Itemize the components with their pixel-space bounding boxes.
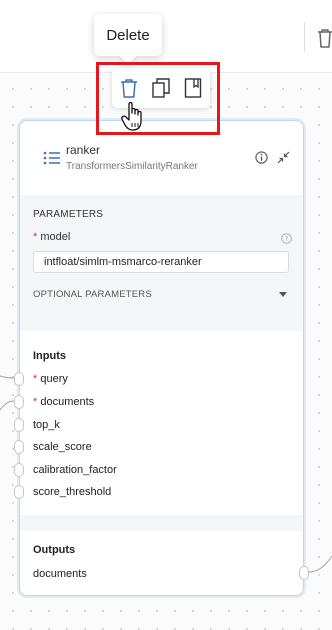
tooltip-text: Delete <box>106 26 150 44</box>
node-title: ranker <box>66 143 101 157</box>
input-port-top-k[interactable]: top_k <box>33 419 60 431</box>
port-label: scale_score <box>33 441 92 453</box>
input-handle-documents[interactable] <box>14 395 24 409</box>
port-label: documents <box>40 396 95 408</box>
topbar-divider <box>304 22 305 52</box>
output-handle-documents[interactable] <box>299 566 309 580</box>
documentation-button[interactable] <box>180 74 206 102</box>
output-port-documents[interactable]: documents <box>33 568 87 580</box>
list-icon <box>43 151 60 165</box>
ranker-node[interactable]: ranker TransformersSimilarityRanker PARA… <box>14 120 309 596</box>
input-port-calibration-factor[interactable]: calibration_factor <box>33 464 117 476</box>
model-input[interactable]: intfloat/simlm-msmarco-reranker <box>33 251 289 273</box>
input-handle-top-k[interactable] <box>14 418 24 432</box>
parameters-heading: PARAMETERS <box>33 209 104 220</box>
input-port-documents[interactable]: * documents <box>33 396 94 408</box>
required-mark: * <box>33 396 38 408</box>
help-icon[interactable]: ? <box>281 233 292 244</box>
copy-icon <box>152 78 170 98</box>
book-icon <box>184 78 202 98</box>
optional-parameters-toggle[interactable]: OPTIONAL PARAMETERS <box>33 289 152 300</box>
input-handle-score-threshold[interactable] <box>14 485 24 499</box>
input-port-query[interactable]: * query <box>33 373 68 385</box>
input-handle-query[interactable] <box>14 372 24 386</box>
port-label: query <box>40 373 68 385</box>
duplicate-button[interactable] <box>148 74 174 102</box>
inputs-heading: Inputs <box>33 350 66 362</box>
collapse-icon[interactable] <box>277 151 290 164</box>
trash-icon[interactable] <box>316 27 332 49</box>
input-handle-calibration-factor[interactable] <box>14 463 24 477</box>
trash-icon <box>121 79 137 98</box>
svg-text:?: ? <box>285 235 289 243</box>
input-handle-scale-score[interactable] <box>14 440 24 454</box>
canvas-topbar <box>0 0 332 73</box>
chevron-down-icon[interactable] <box>279 292 287 297</box>
required-mark: * <box>33 231 38 243</box>
port-label: score_threshold <box>33 486 112 498</box>
model-label-text: model <box>40 231 71 243</box>
section-divider <box>20 515 303 531</box>
input-port-score-threshold[interactable]: score_threshold <box>33 486 111 498</box>
port-label: top_k <box>33 419 60 431</box>
model-label: * model <box>33 231 70 243</box>
required-mark: * <box>33 373 38 385</box>
input-port-scale-score[interactable]: scale_score <box>33 441 92 453</box>
delete-button[interactable] <box>116 74 142 102</box>
port-label: calibration_factor <box>33 464 117 476</box>
node-header: ranker TransformersSimilarityRanker <box>20 121 303 195</box>
delete-tooltip: Delete <box>94 14 162 56</box>
node-subtitle: TransformersSimilarityRanker <box>66 161 198 172</box>
outputs-heading: Outputs <box>33 544 76 556</box>
hand-cursor-icon <box>121 101 142 131</box>
info-icon[interactable] <box>255 151 268 164</box>
